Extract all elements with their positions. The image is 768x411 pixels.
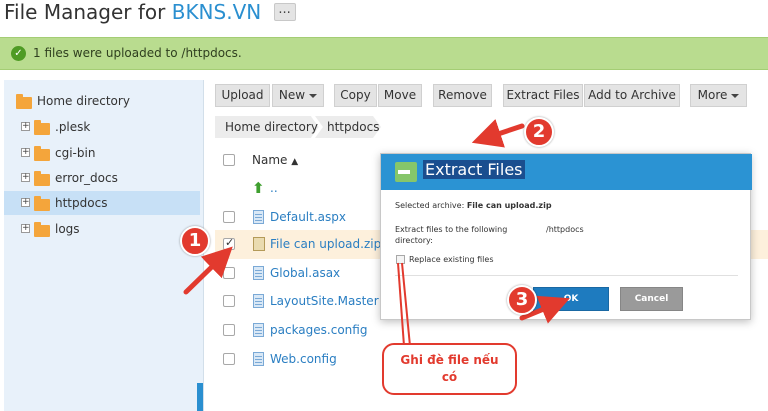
tree-item-label: .plesk	[55, 120, 91, 134]
domain-name: BKNS.VN	[171, 0, 262, 24]
zip-archive-icon	[253, 237, 265, 251]
tree-item-label: Home directory	[37, 94, 130, 108]
selected-archive-line: Selected archive: File can upload.zip	[395, 201, 552, 210]
arrow-step-2	[471, 119, 525, 148]
sidebar-resize-handle[interactable]	[197, 383, 203, 411]
file-icon	[253, 266, 264, 280]
move-button[interactable]: Move	[378, 84, 422, 107]
replace-existing-checkbox[interactable]	[396, 255, 405, 264]
remove-button[interactable]: Remove	[433, 84, 492, 107]
file-name-link[interactable]: LayoutSite.Master	[270, 294, 379, 308]
more-button-label: More	[697, 88, 728, 102]
tree-item-plesk[interactable]: + .plesk	[4, 115, 200, 139]
tree-item-logs[interactable]: + logs	[4, 217, 200, 241]
more-options-button[interactable]: ...	[273, 2, 296, 21]
add-to-archive-button[interactable]: Add to Archive	[584, 84, 680, 107]
breadcrumb-httpdocs[interactable]: httpdocs	[317, 116, 379, 138]
expand-icon[interactable]: +	[21, 173, 30, 182]
tree-item-label: logs	[55, 222, 80, 236]
success-check-icon: ✓	[11, 46, 26, 61]
file-icon	[253, 323, 264, 337]
upload-button[interactable]: Upload	[215, 84, 270, 107]
row-checkbox[interactable]	[223, 324, 235, 336]
expand-icon[interactable]: +	[21, 122, 30, 131]
upload-success-alert: ✓ 1 files were uploaded to /httpdocs.	[0, 37, 768, 70]
folder-icon	[34, 222, 50, 237]
row-checkbox[interactable]	[223, 353, 235, 365]
chevron-down-icon	[731, 93, 740, 98]
tree-item-home-directory[interactable]: Home directory	[4, 89, 200, 113]
file-name-link[interactable]: packages.config	[270, 323, 367, 337]
alert-message: 1 files were uploaded to /httpdocs.	[33, 46, 242, 60]
callout-line-1: Ghi đè file nếu	[400, 353, 499, 367]
parent-directory-link[interactable]: ..	[270, 181, 278, 195]
tree-item-httpdocs[interactable]: + httpdocs	[4, 191, 200, 215]
file-name-link[interactable]: Global.asax	[270, 266, 340, 280]
extract-destination-path[interactable]: /httpdocs	[546, 225, 584, 234]
extract-icon	[395, 162, 417, 182]
breadcrumb-home[interactable]: Home directory	[215, 116, 318, 138]
file-icon	[253, 294, 264, 308]
folder-icon	[16, 94, 32, 109]
replace-files-callout: Ghi đè file nếu có	[382, 343, 517, 395]
copy-button[interactable]: Copy	[334, 84, 377, 107]
folder-icon	[34, 171, 50, 186]
dialog-title: Extract Files	[423, 160, 525, 179]
new-button[interactable]: New	[272, 84, 324, 107]
chevron-down-icon	[309, 93, 318, 98]
selected-archive-value: File can upload.zip	[466, 201, 552, 210]
row-checkbox[interactable]	[223, 295, 235, 307]
step-1-badge: 1	[180, 226, 210, 256]
cancel-button[interactable]: Cancel	[620, 287, 683, 311]
column-header-name-label: Name	[252, 153, 288, 167]
expand-icon[interactable]: +	[21, 148, 30, 157]
row-checkbox-checked[interactable]	[223, 236, 235, 250]
more-button[interactable]: More	[690, 84, 747, 107]
row-checkbox[interactable]	[223, 267, 235, 279]
select-all-checkbox[interactable]	[223, 154, 235, 166]
extract-destination-label: Extract files to the following	[395, 225, 508, 234]
expand-icon[interactable]: +	[21, 224, 30, 233]
sort-ascending-icon: ▲	[291, 157, 299, 167]
table-row[interactable]: packages.config	[215, 316, 768, 345]
tree-item-cgi-bin[interactable]: + cgi-bin	[4, 141, 200, 165]
extract-destination-label-2: directory:	[395, 236, 433, 245]
file-name-link[interactable]: Web.config	[270, 352, 337, 366]
callout-line-2: có	[441, 370, 458, 384]
ok-button[interactable]: OK	[533, 287, 609, 311]
tree-item-label: error_docs	[55, 171, 118, 185]
replace-existing-label: Replace existing files	[409, 255, 494, 264]
tree-item-label: httpdocs	[55, 196, 108, 210]
dialog-header: Extract Files	[381, 154, 752, 190]
file-icon	[253, 210, 264, 224]
selected-archive-label: Selected archive:	[395, 201, 465, 210]
folder-icon	[34, 146, 50, 161]
page-title-text: File Manager for	[4, 0, 166, 24]
expand-icon[interactable]: +	[21, 198, 30, 207]
up-arrow-icon: ⬆	[252, 179, 265, 197]
step-3-badge: 3	[507, 285, 537, 315]
column-header-name[interactable]: Name ▲	[252, 153, 298, 167]
step-2-badge: 2	[524, 117, 554, 147]
folder-icon	[34, 196, 50, 211]
dialog-divider	[395, 275, 738, 276]
new-button-label: New	[278, 88, 306, 102]
row-checkbox[interactable]	[223, 211, 235, 223]
tree-item-label: cgi-bin	[55, 146, 96, 160]
extract-files-button[interactable]: Extract Files	[503, 84, 583, 107]
file-name-link[interactable]: File can upload.zip	[270, 237, 381, 251]
file-name-link[interactable]: Default.aspx	[270, 210, 346, 224]
page-title: File Manager for BKNS.VN ...	[4, 0, 296, 30]
tree-item-error-docs[interactable]: + error_docs	[4, 166, 200, 190]
folder-icon	[34, 120, 50, 135]
file-icon	[253, 352, 264, 366]
folder-tree-sidebar: Home directory + .plesk + cgi-bin + erro…	[4, 80, 204, 411]
extract-files-dialog: Extract Files Selected archive: File can…	[380, 153, 752, 320]
